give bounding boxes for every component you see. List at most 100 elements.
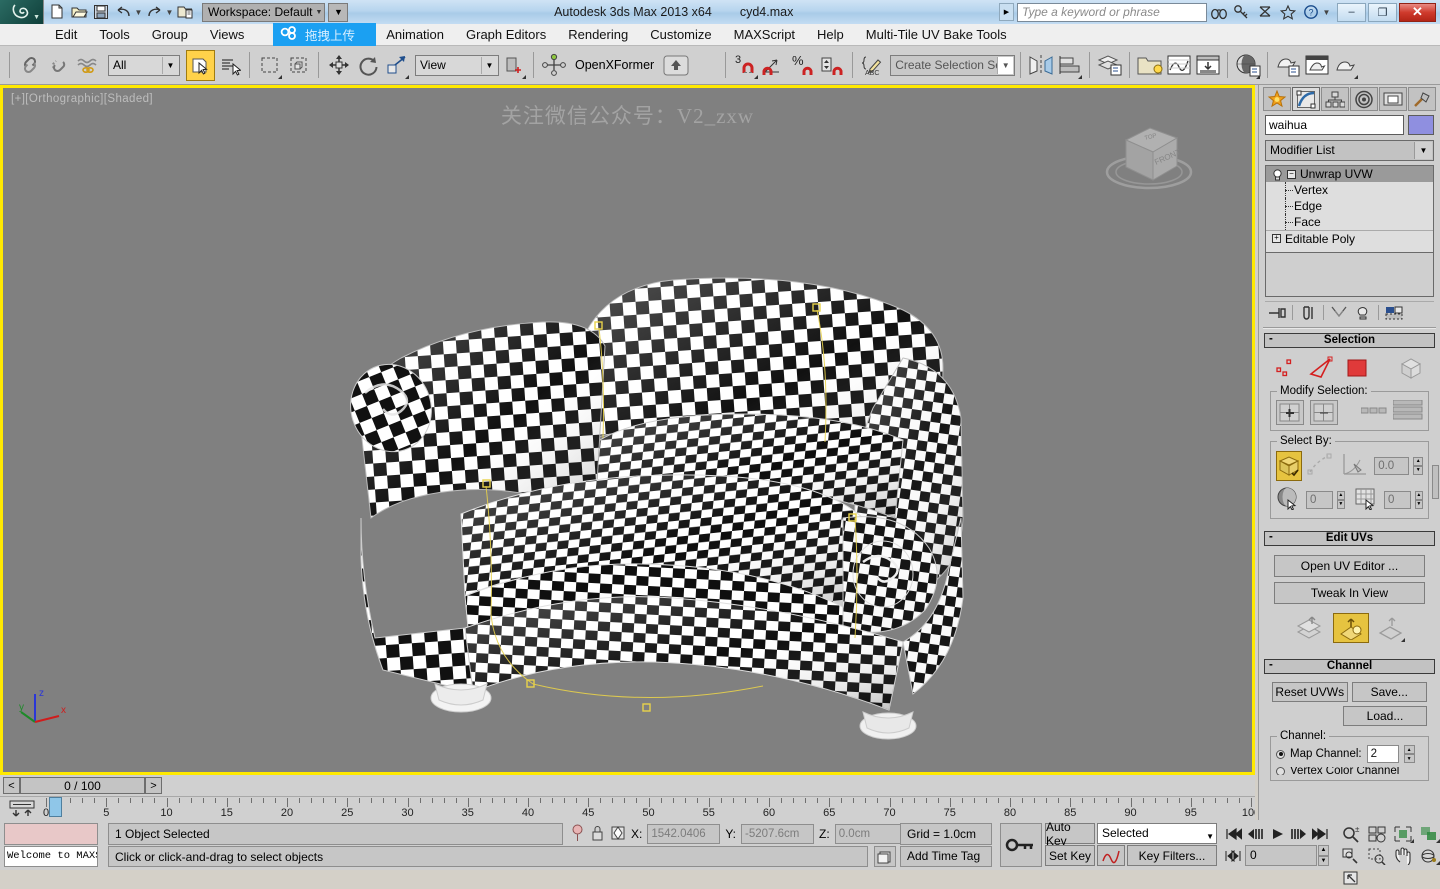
minimize-button[interactable]: – xyxy=(1337,2,1366,22)
make-unique-icon[interactable] xyxy=(1327,303,1351,323)
select-and-rotate-icon[interactable] xyxy=(353,50,382,81)
orbit-icon[interactable] xyxy=(1416,845,1440,867)
modifier-list-combo[interactable]: Modifier List ▼ xyxy=(1265,140,1434,161)
use-center-flyout-icon[interactable] xyxy=(499,50,528,81)
spinner-up-icon[interactable]: ▲ xyxy=(1336,490,1345,500)
set-key-curves-icon[interactable] xyxy=(1097,845,1125,866)
schematic-view-icon[interactable] xyxy=(1193,50,1222,81)
open-mini-curve-editor-icon[interactable] xyxy=(8,799,38,819)
map-channel-field[interactable]: 2 xyxy=(1366,745,1399,763)
snaps-toggle-icon[interactable]: 3 xyxy=(731,50,760,81)
save-button[interactable]: Save... xyxy=(1351,682,1427,702)
viewport-orthographic[interactable]: [+][Orthographic][Shaded] 关注微信公众号：V2_zxw… xyxy=(0,85,1255,775)
toggle-scene-explorer-icon[interactable] xyxy=(1135,50,1164,81)
show-end-result-icon[interactable] xyxy=(1296,303,1320,323)
menu-rendering[interactable]: Rendering xyxy=(557,24,639,46)
display-tab[interactable] xyxy=(1379,87,1407,111)
menu-graph-editors[interactable]: Graph Editors xyxy=(455,24,557,46)
maximize-button[interactable]: ❐ xyxy=(1368,2,1397,22)
rectangular-selection-region-icon[interactable] xyxy=(255,50,284,81)
key-filters-button[interactable]: Key Filters... xyxy=(1127,845,1217,866)
spinner-up-icon[interactable]: ▲ xyxy=(1403,745,1415,754)
collapse-icon[interactable]: - xyxy=(1269,333,1273,346)
motion-tab[interactable] xyxy=(1350,87,1378,111)
edit-uvs-rollout-header[interactable]: - Edit UVs xyxy=(1264,531,1435,546)
curve-editor-icon[interactable] xyxy=(1164,50,1193,81)
collapse-toggle-icon[interactable]: − xyxy=(1287,169,1296,179)
subscription-icon[interactable] xyxy=(1253,1,1276,23)
create-tab[interactable] xyxy=(1263,87,1291,111)
pan-view-icon[interactable] xyxy=(1390,845,1416,867)
new-file-icon[interactable] xyxy=(46,2,68,23)
application-menu-button[interactable]: ▼ xyxy=(0,0,44,24)
expand-toggle-icon[interactable]: + xyxy=(1272,234,1281,243)
maxscript-listener-mini[interactable] xyxy=(4,823,98,845)
x-coord-field[interactable]: 1542.0406 xyxy=(647,824,721,844)
select-by-angle-button[interactable] xyxy=(1340,450,1370,481)
search-binoculars-icon[interactable] xyxy=(1207,1,1230,23)
infocenter-expand-icon[interactable]: ▶ xyxy=(999,3,1014,21)
object-name-field[interactable]: waihua xyxy=(1265,115,1404,135)
timeline-ruler[interactable]: 0 5 10 15 20 25 30 35 40 45 50 55 60 65 70 75 80 85 90 95 10… xyxy=(43,797,1255,820)
help-dropdown-icon[interactable]: ▼ xyxy=(1322,8,1331,17)
select-by-name-icon[interactable] xyxy=(215,50,244,81)
help-icon[interactable]: ? xyxy=(1299,1,1322,23)
workspace-selector[interactable]: Workspace: Default ▼ xyxy=(202,2,326,22)
zoom-region-icon[interactable] xyxy=(1364,845,1390,867)
collapse-icon[interactable]: - xyxy=(1269,659,1273,672)
layer-manager-icon[interactable] xyxy=(1095,50,1124,81)
z-coord-field[interactable]: 0.0cm xyxy=(834,824,908,844)
modifier-stack-empty-area[interactable] xyxy=(1265,253,1434,297)
select-object-icon[interactable] xyxy=(186,49,215,81)
drag-upload-overlay[interactable]: 拖拽上传 xyxy=(273,23,376,46)
frame-spinner[interactable]: ▲ ▼ xyxy=(1318,845,1329,866)
align-icon[interactable] xyxy=(1055,50,1084,81)
select-and-link-icon[interactable] xyxy=(15,50,44,81)
menu-customize[interactable]: Customize xyxy=(639,24,722,46)
time-tag-icon[interactable] xyxy=(874,846,896,867)
peel-mode-icon[interactable] xyxy=(1377,614,1405,643)
key-mode-toggle-nav-icon[interactable] xyxy=(1222,846,1244,866)
modifier-subobject-vertex[interactable]: Vertex xyxy=(1266,182,1433,198)
menu-help[interactable]: Help xyxy=(806,24,855,46)
select-and-scale-icon[interactable] xyxy=(382,50,411,81)
tweak-in-view-button[interactable]: Tweak In View xyxy=(1274,582,1425,604)
workspace-dropdown-button[interactable]: ▼ xyxy=(328,2,349,22)
isolate-selection-icon[interactable] xyxy=(570,823,585,846)
selection-rollout-header[interactable]: - Selection xyxy=(1264,333,1435,348)
unlink-selection-icon[interactable] xyxy=(44,50,73,81)
edit-named-selection-sets-icon[interactable]: ABC xyxy=(858,50,887,81)
percent-snap-toggle-icon[interactable]: % xyxy=(789,50,818,81)
modifier-stack-item-editable-poly[interactable]: + Editable Poly xyxy=(1266,230,1433,246)
loop-selection-button[interactable] xyxy=(1392,399,1423,425)
go-to-end-icon[interactable] xyxy=(1310,823,1331,844)
undo-icon[interactable] xyxy=(112,2,134,23)
menu-multi-tile-uv-bake-tools[interactable]: Multi-Tile UV Bake Tools xyxy=(855,24,1018,46)
reset-uvws-button[interactable]: Reset UVWs xyxy=(1272,682,1348,702)
edge-subobject-icon[interactable] xyxy=(1308,356,1336,383)
named-selection-sets-combo[interactable]: Create Selection Set ▼ xyxy=(890,54,1016,76)
planar-angle-spinner[interactable]: ▲ ▼ xyxy=(1413,456,1423,475)
render-setup-icon[interactable] xyxy=(1273,50,1302,81)
modifier-stack-item-unwrap-uvw[interactable]: − Unwrap UVW xyxy=(1266,166,1433,182)
set-key-button[interactable]: Set Key xyxy=(1045,845,1095,866)
select-and-move-icon[interactable] xyxy=(324,50,353,81)
remove-modifier-icon[interactable] xyxy=(1351,303,1375,323)
spinner-up-icon[interactable]: ▲ xyxy=(1413,456,1423,466)
light-bulb-icon[interactable] xyxy=(1272,168,1283,180)
menu-maxscript[interactable]: MAXScript xyxy=(723,24,806,46)
configure-modifier-sets-icon[interactable] xyxy=(1382,303,1406,323)
hierarchy-tab[interactable] xyxy=(1321,87,1349,111)
current-frame-display[interactable]: 0 / 100 xyxy=(20,777,145,794)
set-project-folder-icon[interactable] xyxy=(174,2,196,23)
map-channel-radio[interactable] xyxy=(1276,749,1285,759)
select-by-element-button[interactable] xyxy=(1276,450,1303,481)
command-panel-scroll-grip[interactable] xyxy=(1432,465,1439,499)
spinner-up-icon[interactable]: ▲ xyxy=(1414,490,1423,500)
play-animation-icon[interactable] xyxy=(1266,823,1287,844)
modify-tab[interactable] xyxy=(1292,87,1320,111)
menu-tools[interactable]: Tools xyxy=(88,24,140,46)
bind-to-space-warp-icon[interactable] xyxy=(73,50,102,81)
element-subobject-icon[interactable] xyxy=(1398,356,1426,383)
smoothing-group-spinner[interactable]: ▲ ▼ xyxy=(1414,490,1423,509)
